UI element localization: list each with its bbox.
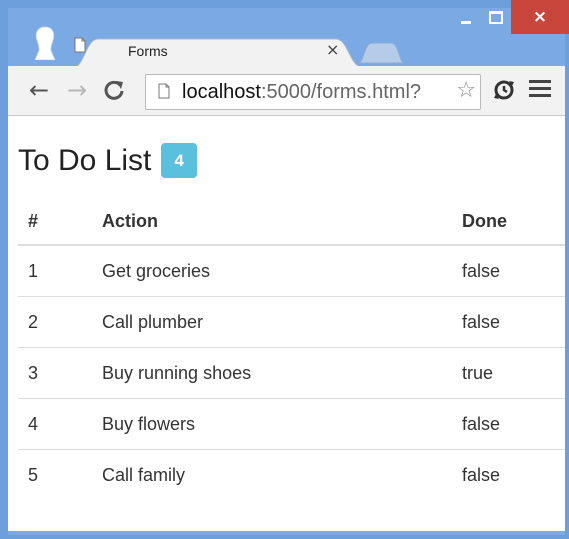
table-row: 3 Buy running shoes true [18,347,565,399]
cell-done: false [452,244,565,297]
column-header-action: Action [92,198,452,246]
cell-number: 5 [18,449,92,500]
reload-icon[interactable] [100,76,128,104]
cell-number: 4 [18,398,92,450]
close-icon: × [532,6,548,27]
maximize-icon [489,10,503,24]
reload-glyph [104,80,124,100]
address-bar[interactable]: localhost:5000/forms.html? ☆ [145,74,481,110]
url-text: localhost:5000/forms.html? [182,81,421,104]
maximize-button[interactable] [481,0,511,34]
url-host: localhost [182,81,261,103]
window-controls: × [451,0,569,34]
cell-number: 3 [18,347,92,399]
page-content: To Do List 4 # Action Done 1 Get groceri… [8,116,565,531]
cell-done: true [452,347,565,399]
minimize-button[interactable] [451,0,481,34]
table-row: 2 Call plumber false [18,296,565,348]
close-window-button[interactable]: × [511,0,569,34]
extension-icon[interactable] [492,78,516,102]
cell-done: false [452,398,565,450]
url-path: :5000/forms.html? [260,81,422,103]
tab-shape [74,38,362,67]
menu-icon[interactable] [529,80,551,100]
tab-close-icon[interactable]: × [326,40,339,59]
page-title-text: To Do List [18,143,152,177]
cell-action: Get groceries [92,244,452,297]
new-tab-button[interactable] [356,41,406,65]
tab-title: Forms [128,43,168,59]
table-row: 5 Call family false [18,449,565,500]
page-title: To Do List 4 [18,143,197,178]
column-header-number: # [18,198,92,246]
todo-table: # Action Done 1 Get groceries false 2 Ca… [18,198,565,500]
minimize-icon [461,20,471,24]
cell-number: 1 [18,244,92,297]
table-header-row: # Action Done [18,198,565,246]
cell-action: Call plumber [92,296,452,348]
table-row: 1 Get groceries false [18,244,565,297]
back-arrow-icon[interactable]: ← [25,76,53,104]
cell-done: false [452,296,565,348]
cell-action: Buy flowers [92,398,452,450]
cell-done: false [452,449,565,500]
table-row: 4 Buy flowers false [18,398,565,450]
cell-action: Buy running shoes [92,347,452,399]
column-header-done: Done [452,198,565,246]
cell-action: Call family [92,449,452,500]
cell-number: 2 [18,296,92,348]
tab-forms[interactable]: Forms × [74,37,362,67]
profile-avatar-icon[interactable] [32,26,58,60]
browser-window: × Forms × ← → localhost:5000/forms.html?… [0,0,569,539]
count-badge: 4 [161,143,197,178]
page-icon [74,37,86,53]
bookmark-star-icon[interactable]: ☆ [456,78,476,103]
browser-toolbar: ← → localhost:5000/forms.html? ☆ [8,66,565,116]
forward-arrow-icon[interactable]: → [63,76,91,104]
page-icon [158,83,170,99]
